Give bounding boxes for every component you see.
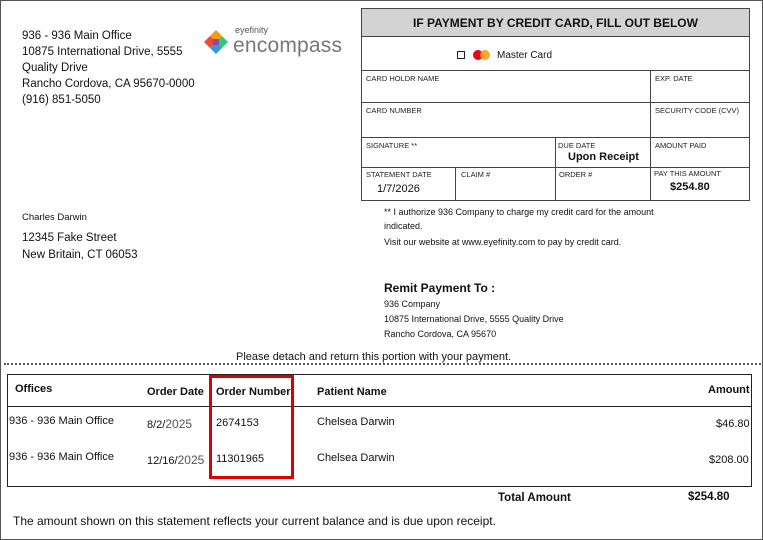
header-order-date: Order Date (147, 386, 204, 398)
authorization-line1: ** I authorize 936 Company to charge my … (384, 207, 654, 217)
eyefinity-logo-icon (204, 30, 228, 54)
recipient-street: 12345 Fake Street (22, 232, 117, 244)
total-label: Total Amount (498, 492, 571, 504)
card-holder-label: CARD HOLDR NAME (366, 74, 440, 83)
header-amount: Amount (708, 384, 750, 396)
sender-line3: Quality Drive (22, 62, 88, 74)
statement-page: 936 - 936 Main Office 10875 Internationa… (0, 0, 763, 540)
sender-line1: 936 - 936 Main Office (22, 30, 132, 42)
table-row-1-patient: Chelsea Darwin (317, 416, 395, 428)
signature-label: SIGNATURE ** (366, 141, 418, 150)
header-patient-name: Patient Name (317, 386, 387, 398)
exp-date-label: EXP. DATE (655, 74, 693, 83)
pay-this-amount-label: PAY THIS AMOUNT (654, 169, 721, 178)
card-type-label: Master Card (497, 50, 553, 61)
card-number-label: CARD NUMBER (366, 106, 422, 115)
sender-line2: 10875 International Drive, 5555 (22, 46, 183, 58)
table-row-2-amount: $208.00 (709, 454, 749, 466)
statement-date-label: STATEMENT DATE (366, 170, 432, 179)
authorization-line2: indicated. (384, 221, 423, 231)
sender-address: 936 - 936 Main Office 10875 Internationa… (22, 28, 195, 108)
header-offices: Offices (15, 383, 53, 395)
sender-phone: (916) 851-5050 (22, 94, 101, 106)
credit-card-form: IF PAYMENT BY CREDIT CARD, FILL OUT BELO… (361, 8, 750, 201)
order-label: ORDER # (559, 170, 593, 179)
order-number-highlight (209, 375, 294, 479)
company-logo: eyefinity encompass (199, 23, 343, 61)
credit-card-header: IF PAYMENT BY CREDIT CARD, FILL OUT BELO… (362, 9, 749, 37)
mastercard-icon (473, 49, 491, 62)
website-note: Visit our website at www.eyefinity.com t… (384, 237, 622, 247)
statement-date-value: 1/7/2026 (377, 183, 420, 195)
pay-this-amount-value: $254.80 (670, 181, 710, 193)
table-row-2-office: 936 - 936 Main Office (9, 451, 114, 463)
total-value: $254.80 (688, 491, 730, 503)
table-row-1-amount: $46.80 (716, 418, 750, 430)
remit-company: 936 Company (384, 299, 441, 309)
remit-title: Remit Payment To : (384, 281, 496, 295)
due-date-label: DUE DATE (558, 141, 596, 150)
logo-big-text: encompass (233, 34, 343, 57)
due-date-value: Upon Receipt (568, 151, 639, 163)
security-code-label: SECURITY CODE (CVV) (655, 106, 740, 115)
mastercard-checkbox[interactable] (457, 51, 465, 59)
amount-paid-label: AMOUNT PAID (655, 141, 707, 150)
table-row-2-patient: Chelsea Darwin (317, 452, 395, 464)
table-row-1-date: 8/2/2025 (147, 417, 193, 431)
detach-note: Please detach and return this portion wi… (236, 351, 512, 363)
claim-label: CLAIM # (461, 170, 491, 179)
sender-line4: Rancho Cordova, CA 95670-0000 (22, 78, 195, 90)
footer-note: The amount shown on this statement refle… (13, 514, 496, 528)
remit-address: 10875 International Drive, 5555 Quality … (384, 314, 564, 324)
table-row-1-office: 936 - 936 Main Office (9, 415, 114, 427)
table-row-2-date: 12/16/2025 (147, 453, 205, 467)
recipient-city: New Britain, CT 06053 (22, 249, 138, 261)
detach-separator (4, 363, 761, 365)
remit-city: Rancho Cordova, CA 95670 (384, 329, 497, 339)
recipient-name: Charles Darwin (22, 212, 87, 223)
